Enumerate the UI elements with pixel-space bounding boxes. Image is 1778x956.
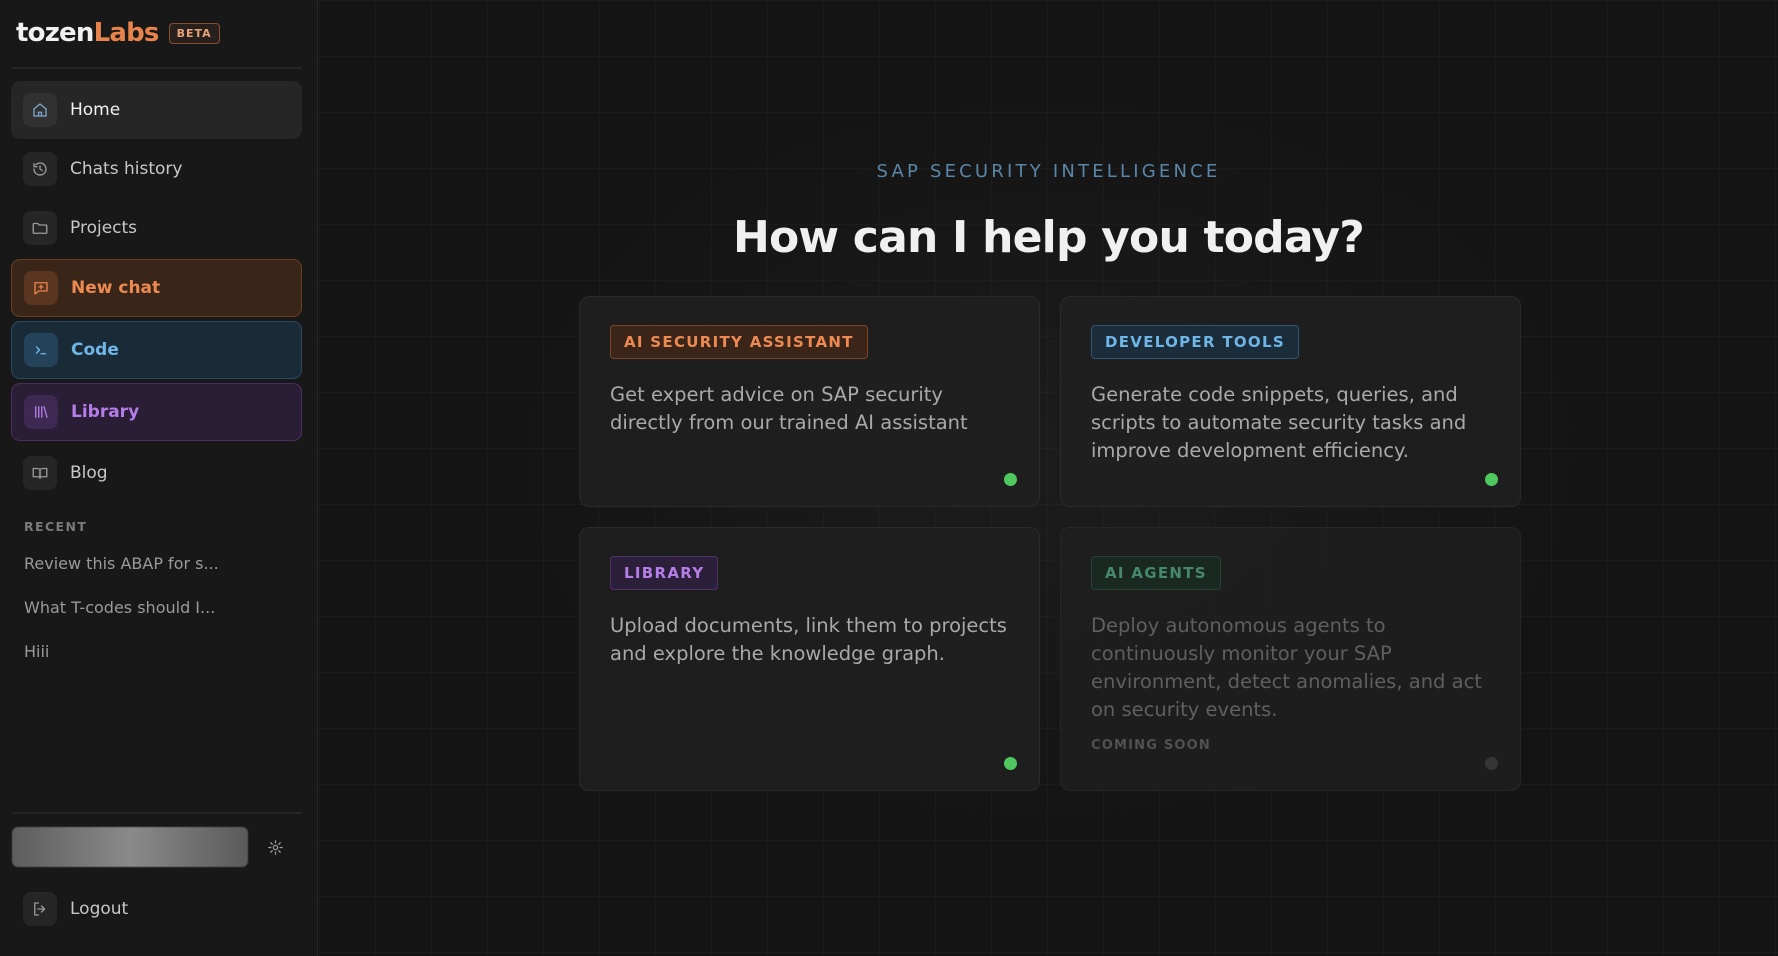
- gear-icon: [267, 839, 284, 856]
- nav-item-library[interactable]: Library: [11, 383, 302, 441]
- user-profile-redacted[interactable]: [12, 827, 248, 867]
- status-dot-active: [1004, 757, 1017, 770]
- sidebar-footer-divider: [12, 812, 302, 814]
- new-chat-icon: [24, 271, 58, 305]
- status-dot-active: [1004, 473, 1017, 486]
- nav-item-new-chat[interactable]: New chat: [11, 259, 302, 317]
- recent-chat-item[interactable]: Review this ABAP for s...: [24, 554, 219, 573]
- sidebar: tozenLabs BETA Home Chats history Projec…: [0, 0, 318, 956]
- nav-item-blog[interactable]: Blog: [11, 444, 302, 502]
- logout-button[interactable]: Logout: [11, 880, 302, 938]
- brand-logo[interactable]: tozenLabs BETA: [16, 17, 220, 49]
- card-description: Upload documents, link them to projects …: [610, 614, 1007, 665]
- status-dot-active: [1485, 473, 1498, 486]
- nav-label-new-chat: New chat: [71, 278, 161, 298]
- card-library[interactable]: LIBRARY Upload documents, link them to p…: [579, 527, 1040, 791]
- history-icon: [23, 152, 57, 186]
- background-grid: [319, 0, 1778, 956]
- settings-button[interactable]: [264, 836, 286, 858]
- main-content: SAP SECURITY INTELLIGENCE How can I help…: [319, 0, 1778, 956]
- card-tag: AI AGENTS: [1091, 556, 1221, 590]
- card-description: Get expert advice on SAP security direct…: [610, 383, 968, 434]
- card-description: Generate code snippets, queries, and scr…: [1091, 383, 1467, 462]
- brand-name-primary: tozen: [16, 18, 94, 48]
- nav-item-code[interactable]: Code: [11, 321, 302, 379]
- nav-label-projects: Projects: [70, 218, 138, 238]
- nav-item-chats-history[interactable]: Chats history: [11, 140, 302, 198]
- terminal-icon: [24, 333, 58, 367]
- recent-heading: RECENT: [24, 519, 88, 534]
- brand-name: tozenLabs: [16, 18, 159, 48]
- nav-label-library: Library: [71, 402, 140, 422]
- card-developer-tools[interactable]: DEVELOPER TOOLS Generate code snippets, …: [1060, 296, 1521, 507]
- beta-badge: BETA: [168, 22, 220, 44]
- nav-label-blog: Blog: [70, 463, 108, 483]
- nav-label-code: Code: [71, 340, 119, 360]
- recent-chat-item[interactable]: Hiii: [24, 642, 49, 661]
- library-icon: [24, 395, 58, 429]
- brand-name-accent: Labs: [93, 18, 160, 48]
- folder-icon: [23, 211, 57, 245]
- book-icon: [23, 456, 57, 490]
- card-tag: LIBRARY: [610, 556, 719, 590]
- logout-label: Logout: [70, 899, 129, 919]
- status-dot-inactive: [1485, 757, 1498, 770]
- nav-item-projects[interactable]: Projects: [11, 199, 302, 257]
- card-ai-security-assistant[interactable]: AI SECURITY ASSISTANT Get expert advice …: [579, 296, 1040, 507]
- card-description: Deploy autonomous agents to continuously…: [1091, 614, 1482, 721]
- nav-item-home[interactable]: Home: [11, 81, 302, 139]
- nav-label-chats-history: Chats history: [70, 159, 183, 179]
- card-tag: AI SECURITY ASSISTANT: [610, 325, 868, 359]
- home-icon: [23, 93, 57, 127]
- brand-divider: [12, 67, 302, 69]
- card-tag: DEVELOPER TOOLS: [1091, 325, 1299, 359]
- card-ai-agents: AI AGENTS Deploy autonomous agents to co…: [1060, 527, 1521, 791]
- hero-eyebrow: SAP SECURITY INTELLIGENCE: [876, 161, 1221, 182]
- recent-chat-item[interactable]: What T-codes should I...: [24, 598, 215, 617]
- logout-icon: [23, 892, 57, 926]
- nav-label-home: Home: [70, 100, 121, 120]
- page-title: How can I help you today?: [732, 212, 1365, 263]
- coming-soon-label: COMING SOON: [1091, 738, 1211, 753]
